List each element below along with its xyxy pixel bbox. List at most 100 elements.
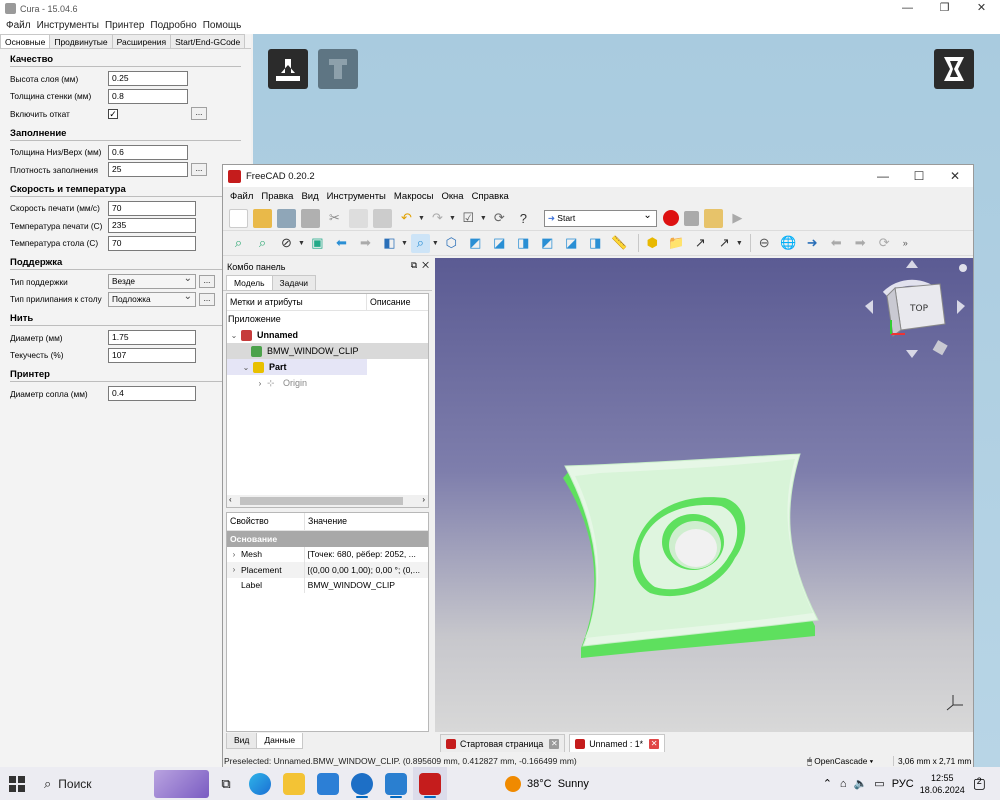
tree-horizontal-scrollbar[interactable]: ‹ › [227, 495, 428, 507]
refresh-check-icon[interactable]: ☑ [459, 209, 478, 228]
std-views-icon[interactable]: ◧ [380, 234, 399, 253]
network-icon[interactable]: ⌂ [840, 778, 847, 790]
close-tab-icon[interactable]: ✕ [649, 738, 660, 749]
chevron-right-icon[interactable]: › [255, 379, 265, 388]
new-document-icon[interactable] [229, 208, 248, 228]
volume-icon[interactable]: 🔈 [854, 777, 868, 790]
undo-icon[interactable]: ↶ [397, 209, 416, 228]
copy-icon[interactable] [349, 208, 368, 228]
whats-this-icon[interactable]: ? [514, 209, 533, 228]
zoom-dropdown-icon[interactable]: ▼ [432, 240, 439, 247]
menu-details[interactable]: Подробно [150, 20, 196, 31]
minimize-icon[interactable]: — [865, 165, 901, 187]
taskbar-cura[interactable] [345, 767, 379, 800]
view-mode-button[interactable] [934, 49, 974, 89]
measure-icon[interactable]: 📏 [610, 234, 629, 253]
redo-icon[interactable]: ↷ [428, 209, 447, 228]
density-input[interactable]: 25 [108, 162, 188, 178]
fit-all-icon[interactable]: ⌕ [229, 234, 248, 253]
right-view-icon[interactable]: ◨ [514, 234, 533, 253]
scroll-left-icon[interactable]: ‹ [229, 495, 232, 504]
taskbar-freecad[interactable] [413, 767, 447, 800]
battery-icon[interactable]: ▭ [874, 777, 884, 790]
tab-advanced[interactable]: Продвинутые [49, 34, 113, 48]
menu-edit[interactable]: Правка [261, 191, 293, 202]
nav-menu-cube-icon[interactable] [932, 340, 948, 356]
menu-tools[interactable]: Инструменты [327, 191, 386, 202]
menu-help[interactable]: Помощь [203, 20, 242, 31]
top-view-icon[interactable]: ◪ [490, 234, 509, 253]
scrollbar-thumb[interactable] [240, 497, 403, 505]
bottom-view-icon[interactable]: ◪ [562, 234, 581, 253]
tab-gcode[interactable]: Start/End-GCode [170, 34, 246, 48]
bmw-window-clip-model[interactable] [563, 453, 819, 658]
maximize-icon[interactable]: ☐ [901, 165, 937, 187]
minimize-icon[interactable]: — [889, 0, 926, 17]
layer-height-input[interactable]: 0.25 [108, 71, 188, 87]
create-part-icon[interactable]: ⬢ [643, 234, 662, 253]
taskbar-app-c[interactable] [379, 767, 413, 800]
close-icon[interactable]: ✕ [963, 0, 1000, 17]
property-row-placement[interactable]: › Placement [(0,00 0,00 1,00); 0,00 °; (0… [227, 562, 428, 578]
bed-temp-input[interactable]: 70 [108, 235, 196, 251]
section-plane-icon[interactable]: ⊖ [755, 234, 774, 253]
recompute-icon[interactable]: ⟳ [490, 209, 509, 228]
support-type-select[interactable]: Везде [108, 273, 196, 290]
web-forward-icon[interactable]: ➡ [851, 234, 870, 253]
toolbar-overflow-icon[interactable]: » [903, 238, 908, 248]
save-icon[interactable] [277, 208, 296, 228]
print-temp-input[interactable]: 235 [108, 218, 196, 234]
macro-select[interactable]: ➜ Start [543, 209, 657, 227]
navigation-style-button[interactable]: 🖱 OpenCascade ▾ [807, 756, 893, 767]
stop-macro-icon[interactable] [683, 210, 699, 226]
menu-printer[interactable]: Принтер [105, 20, 144, 31]
adhesion-select[interactable]: Подложка [108, 291, 196, 307]
topbottom-input[interactable]: 0.6 [108, 144, 188, 160]
menu-tools[interactable]: Инструменты [37, 20, 99, 31]
nozzle-input[interactable]: 0.4 [108, 386, 196, 402]
chevron-right-icon[interactable]: › [227, 565, 241, 574]
filament-diameter-input[interactable]: 1.75 [108, 330, 196, 346]
nav-down-arrow-icon[interactable] [906, 350, 918, 358]
open-folder-icon[interactable] [253, 208, 272, 228]
taskbar-edge[interactable] [243, 767, 277, 800]
front-view-icon[interactable]: ◩ [466, 234, 485, 253]
menu-file[interactable]: Файл [6, 20, 31, 31]
tree-item-bmw-window-clip[interactable]: BMW_WINDOW_CLIP [227, 343, 428, 359]
chevron-down-icon[interactable]: ⌄ [241, 363, 251, 372]
tab-data[interactable]: Данные [256, 733, 304, 749]
nav-left-arrow-icon[interactable] [865, 300, 873, 314]
edit-macro-icon[interactable] [703, 208, 723, 228]
tab-unnamed-document[interactable]: Unnamed : 1* ✕ [569, 734, 666, 752]
cut-icon[interactable]: ✂ [325, 209, 344, 228]
retraction-settings-button[interactable]: ... [191, 107, 207, 121]
tray-overflow-icon[interactable]: ⌃ [823, 777, 832, 790]
create-group-icon[interactable]: 📁 [667, 234, 686, 253]
fill-settings-button[interactable]: ... [191, 163, 207, 177]
tab-model[interactable]: Модель [226, 275, 273, 290]
flow-input[interactable]: 107 [108, 347, 196, 363]
menu-view[interactable]: Вид [301, 191, 318, 202]
property-group-base[interactable]: Основание [227, 531, 428, 547]
print-icon[interactable] [301, 208, 320, 228]
std-views-dropdown-icon[interactable]: ▼ [401, 240, 408, 247]
web-back-icon[interactable]: ⬅ [827, 234, 846, 253]
load-model-button[interactable] [268, 49, 308, 89]
back-icon[interactable]: ⬅ [332, 234, 351, 253]
undo-dropdown-icon[interactable]: ▼ [418, 215, 425, 222]
property-row-mesh[interactable]: › Mesh [Точек: 680, рёбер: 2052, ... [227, 546, 428, 562]
print-speed-input[interactable]: 70 [108, 200, 196, 216]
tree-item-part[interactable]: ⌄ Part [227, 359, 367, 375]
notifications-icon[interactable]: ▢ 2 [973, 775, 986, 792]
weather-widget[interactable]: 38°C Sunny [505, 775, 589, 792]
print-button[interactable] [318, 49, 358, 89]
paste-icon[interactable] [373, 208, 392, 228]
restore-icon[interactable]: ❐ [926, 0, 963, 17]
tree-header-description[interactable]: Описание [367, 294, 413, 310]
panel-float-close-icons[interactable]: ⧉ ✕ [411, 260, 429, 271]
tab-plugins[interactable]: Расширения [111, 34, 172, 48]
link-actions-dropdown-icon[interactable]: ▼ [736, 240, 743, 247]
freecad-3d-viewport[interactable]: TOP [435, 258, 973, 732]
run-macro-icon[interactable]: ▶ [728, 209, 747, 228]
wall-thickness-input[interactable]: 0.8 [108, 88, 188, 104]
